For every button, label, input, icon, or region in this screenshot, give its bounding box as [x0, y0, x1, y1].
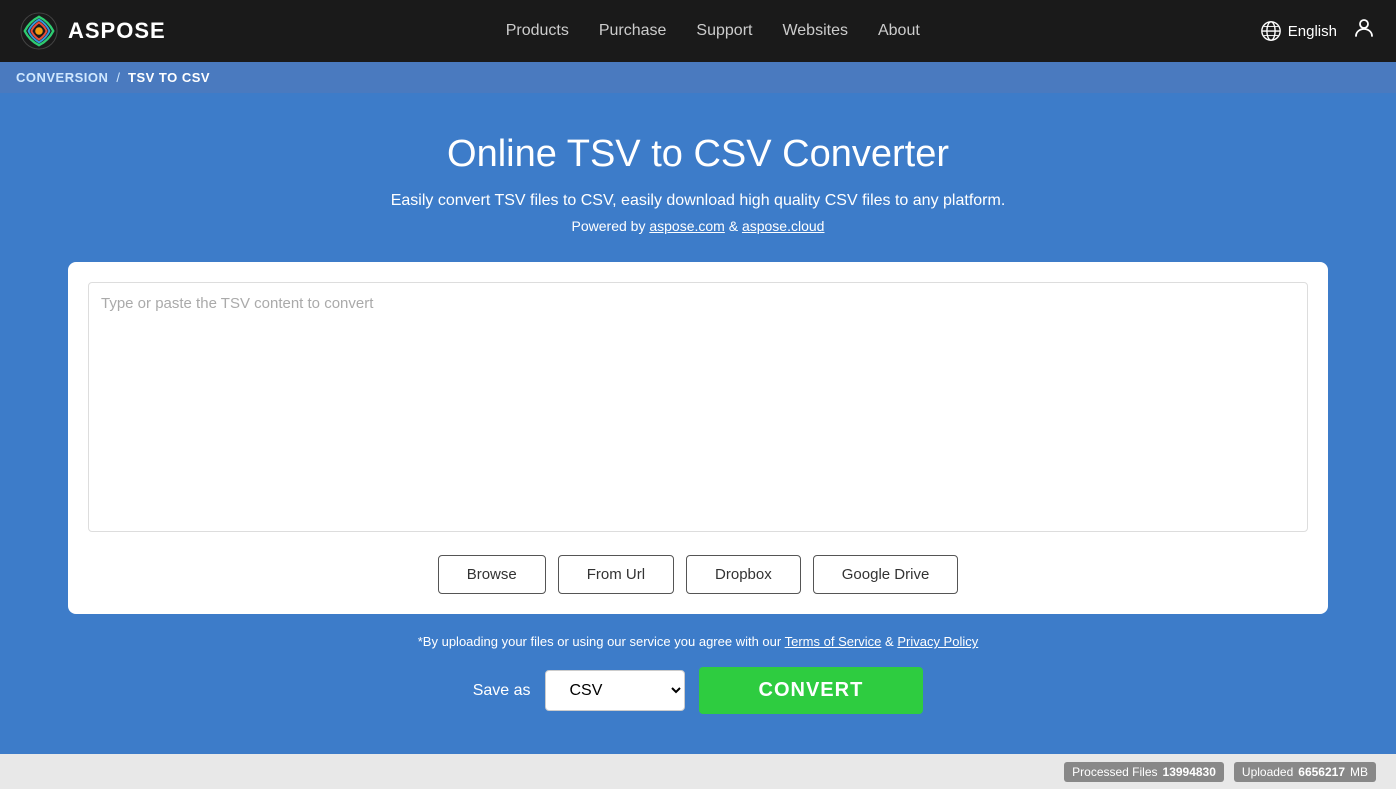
footer-bar: Processed Files 13994830 Uploaded 665621… — [0, 754, 1396, 789]
terms-of-service-link[interactable]: Terms of Service — [785, 634, 882, 649]
terms-prefix: *By uploading your files or using our se… — [418, 634, 785, 649]
processed-files-value: 13994830 — [1163, 765, 1216, 779]
uploaded-stat: Uploaded 6656217 MB — [1234, 762, 1376, 782]
nav-about[interactable]: About — [878, 22, 920, 40]
globe-icon — [1260, 20, 1282, 42]
aspose-com-link[interactable]: aspose.com — [649, 218, 724, 234]
nav-support[interactable]: Support — [696, 22, 752, 40]
nav-websites[interactable]: Websites — [782, 22, 848, 40]
uploaded-unit: MB — [1350, 765, 1368, 779]
uploaded-value: 6656217 — [1298, 765, 1345, 779]
language-label: English — [1288, 23, 1337, 40]
breadcrumb-conversion-link[interactable]: CONVERSION — [16, 70, 108, 85]
terms-amp: & — [881, 634, 897, 649]
main-nav: Products Purchase Support Websites About — [506, 22, 920, 40]
processed-files-label: Processed Files — [1072, 765, 1157, 779]
uploaded-label: Uploaded — [1242, 765, 1293, 779]
page-title: Online TSV to CSV Converter — [447, 133, 949, 176]
aspose-cloud-link[interactable]: aspose.cloud — [742, 218, 825, 234]
aspose-logo-icon — [20, 12, 58, 50]
tsv-input-textarea[interactable] — [88, 282, 1308, 532]
format-select[interactable]: CSV XLS XLSX ODS TSV — [545, 670, 685, 711]
breadcrumb-current-page: TSV TO CSV — [128, 70, 210, 85]
main-content: Online TSV to CSV Converter Easily conve… — [0, 93, 1396, 754]
powered-by-amp: & — [725, 218, 742, 234]
terms-text: *By uploading your files or using our se… — [418, 634, 979, 649]
convert-button[interactable]: CONVERT — [699, 667, 924, 714]
powered-by-text: Powered by aspose.com & aspose.cloud — [572, 218, 825, 234]
from-url-button[interactable]: From Url — [558, 555, 674, 594]
save-as-row: Save as CSV XLS XLSX ODS TSV CONVERT — [473, 667, 924, 714]
user-icon-svg — [1352, 16, 1376, 40]
privacy-policy-link[interactable]: Privacy Policy — [897, 634, 978, 649]
upload-buttons-row: Browse From Url Dropbox Google Drive — [88, 555, 1308, 594]
nav-purchase[interactable]: Purchase — [599, 22, 667, 40]
nav-products[interactable]: Products — [506, 22, 569, 40]
powered-by-prefix: Powered by — [572, 218, 650, 234]
header: ASPOSE Products Purchase Support Website… — [0, 0, 1396, 62]
processed-files-stat: Processed Files 13994830 — [1064, 762, 1224, 782]
breadcrumb: CONVERSION / TSV TO CSV — [0, 62, 1396, 93]
save-as-label: Save as — [473, 682, 531, 700]
converter-box: Browse From Url Dropbox Google Drive — [68, 262, 1328, 614]
logo-text: ASPOSE — [68, 18, 166, 44]
user-account-icon[interactable] — [1352, 16, 1376, 46]
breadcrumb-separator: / — [116, 70, 120, 85]
browse-button[interactable]: Browse — [438, 555, 546, 594]
page-subtitle: Easily convert TSV files to CSV, easily … — [391, 192, 1006, 210]
logo-area: ASPOSE — [20, 12, 166, 50]
dropbox-button[interactable]: Dropbox — [686, 555, 801, 594]
google-drive-button[interactable]: Google Drive — [813, 555, 959, 594]
header-right: English — [1260, 16, 1376, 46]
language-selector[interactable]: English — [1260, 20, 1337, 42]
